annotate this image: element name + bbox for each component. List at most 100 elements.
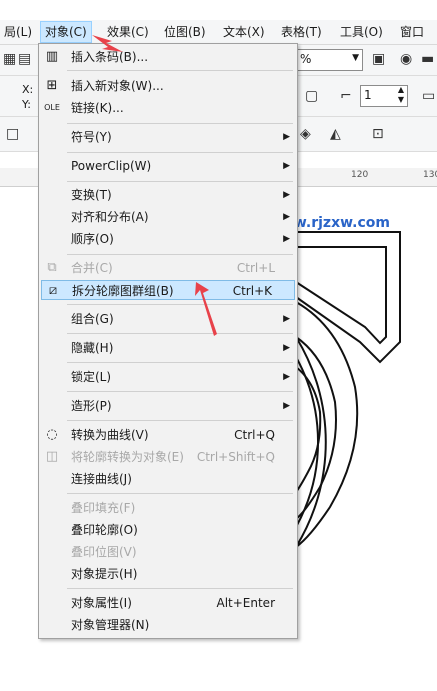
menu-item-insert-barcode[interactable]: ▥ 插入条码(B)... [39,47,297,67]
menu-item-label: 造形(P) [71,399,112,413]
menu-layout[interactable]: 局(L) [0,22,36,42]
menu-bitmaps[interactable]: 位图(B) [160,22,210,42]
menu-item-object-properties[interactable]: 对象属性(I) Alt+Enter [39,593,297,613]
menu-item-hide[interactable]: 隐藏(H) ▶ [39,338,297,358]
menu-separator [67,254,293,255]
y-label: Y: [22,98,31,111]
menu-separator [67,362,293,363]
rectangle-icon[interactable]: □ [6,126,19,142]
menu-bar: 局(L) 对象(C) 效果(C) 位图(B) 文本(X) 表格(T) 工具(O)… [0,20,437,45]
menu-window[interactable]: 窗口 [396,22,428,42]
spinner-up-icon[interactable]: ▲ [398,85,404,94]
menu-separator [67,333,293,334]
spinner-down-icon[interactable]: ▼ [398,95,404,104]
menu-item-label: 符号(Y) [71,130,112,144]
menu-effects[interactable]: 效果(C) [103,22,153,42]
menu-item-object-hints[interactable]: 对象提示(H) [39,564,297,584]
menu-separator [67,304,293,305]
search-icon[interactable]: ◉ [400,51,412,67]
menu-item-label: 顺序(O) [71,232,114,246]
submenu-arrow-icon: ▶ [283,132,290,142]
menu-item-outline-to-object[interactable]: ◫ 将轮廓转换为对象(E) Ctrl+Shift+Q [39,447,297,467]
menu-separator [67,420,293,421]
layout-icon[interactable]: ▭ [422,88,435,104]
options-icon[interactable]: ▬ [421,51,434,67]
x-label: X: [22,83,34,96]
menu-item-convert-to-curves[interactable]: ◌ 转换为曲线(V) Ctrl+Q [39,425,297,445]
menu-item-label: 链接(K)... [71,101,124,115]
submenu-arrow-icon: ▶ [283,401,290,411]
contour-curve-2 [295,336,337,520]
corner-icon[interactable]: ⌐ [340,88,352,104]
menu-separator [67,181,293,182]
outline-width-spinner[interactable]: 1 ▲ ▼ [360,85,408,107]
fill-icon[interactable]: ◈ [300,126,311,142]
lock-icon[interactable]: ⊡ [372,126,384,142]
menu-item-overprint-outline[interactable]: 叠印轮廓(O) [39,520,297,540]
menu-text[interactable]: 文本(X) [219,22,269,42]
menu-item-join-curves[interactable]: 连接曲线(J) [39,469,297,489]
menu-item-label: 对象管理器(N) [71,618,150,632]
menu-item-label: 插入条码(B)... [71,50,149,64]
combine-icon: ⧉ [47,260,57,275]
zoom-level-select[interactable]: % ▼ [297,49,363,71]
submenu-arrow-icon: ▶ [283,234,290,244]
menu-item-label: 对齐和分布(A) [71,210,149,224]
ole-icon: OLE [44,103,60,112]
submenu-arrow-icon: ▶ [283,343,290,353]
menu-item-label: 组合(G) [71,312,114,326]
outline-pen-icon[interactable]: ◭ [330,126,341,142]
menu-item-label: 隐藏(H) [71,341,114,355]
insert-object-icon: ⊞ [46,78,58,93]
menu-item-label: 拆分轮廓图群组(B) [72,284,174,298]
fullscreen-icon[interactable]: ▣ [372,51,385,67]
zoom-value: % [300,52,312,66]
menu-item-label: 对象提示(H) [71,567,138,581]
menu-item-combine[interactable]: ⧉ 合并(C) Ctrl+L [39,258,297,278]
menu-item-label: 叠印轮廓(O) [71,523,138,537]
menu-item-transform[interactable]: 变换(T) ▶ [39,185,297,205]
menu-item-label: 叠印位图(V) [71,545,137,559]
submenu-arrow-icon: ▶ [283,372,290,382]
menu-item-links[interactable]: OLE 链接(K)... [39,98,297,118]
import-icon[interactable]: ▦ [3,51,16,67]
export-icon[interactable]: ▤ [18,51,31,67]
menu-item-label: PowerClip(W) [71,159,152,173]
barcode-icon: ▥ [45,49,59,64]
ruler-mark: 130 [423,170,437,180]
menu-item-shortcut: Alt+Enter [216,596,275,610]
menu-object[interactable]: 对象(C) [40,21,92,43]
menu-table[interactable]: 表格(T) [277,22,326,42]
menu-item-shortcut: Ctrl+K [232,284,272,298]
menu-item-lock[interactable]: 锁定(L) ▶ [39,367,297,387]
submenu-arrow-icon: ▶ [283,190,290,200]
menu-item-powerclip[interactable]: PowerClip(W) ▶ [39,156,297,176]
menu-item-overprint-bitmap[interactable]: 叠印位图(V) [39,542,297,562]
convert-curves-icon: ◌ [46,427,58,442]
menu-item-align-distribute[interactable]: 对齐和分布(A) ▶ [39,207,297,227]
menu-item-object-manager[interactable]: 对象管理器(N) [39,615,297,635]
menu-tools[interactable]: 工具(O) [336,22,387,42]
menu-separator [67,70,293,71]
menu-item-shaping[interactable]: 造形(P) ▶ [39,396,297,416]
submenu-arrow-icon: ▶ [283,314,290,324]
frame-icon[interactable]: ▢ [305,88,318,104]
menu-item-group[interactable]: 组合(G) ▶ [39,309,297,329]
menu-item-symbol[interactable]: 符号(Y) ▶ [39,127,297,147]
menu-item-shortcut: Ctrl+Shift+Q [196,450,275,464]
menu-separator [67,152,293,153]
menu-item-overprint-fill[interactable]: 叠印填充(F) [39,498,297,518]
chevron-down-icon: ▼ [352,53,359,63]
break-apart-icon: ⧄ [48,283,58,298]
menu-item-label: 变换(T) [71,188,112,202]
menu-separator [67,588,293,589]
menu-item-label: 对象属性(I) [71,596,132,610]
outline-to-object-icon: ◫ [45,449,59,464]
menu-item-label: 插入新对象(W)... [71,79,164,93]
object-menu-dropdown: ▥ 插入条码(B)... ⊞ 插入新对象(W)... OLE 链接(K)... … [38,43,298,639]
menu-item-label: 将轮廓转换为对象(E) [71,450,184,464]
menu-item-break-contour-group[interactable]: ⧄ 拆分轮廓图群组(B) Ctrl+K [41,280,295,300]
menu-separator [67,493,293,494]
menu-item-order[interactable]: 顺序(O) ▶ [39,229,297,249]
menu-item-insert-new-object[interactable]: ⊞ 插入新对象(W)... [39,76,297,96]
